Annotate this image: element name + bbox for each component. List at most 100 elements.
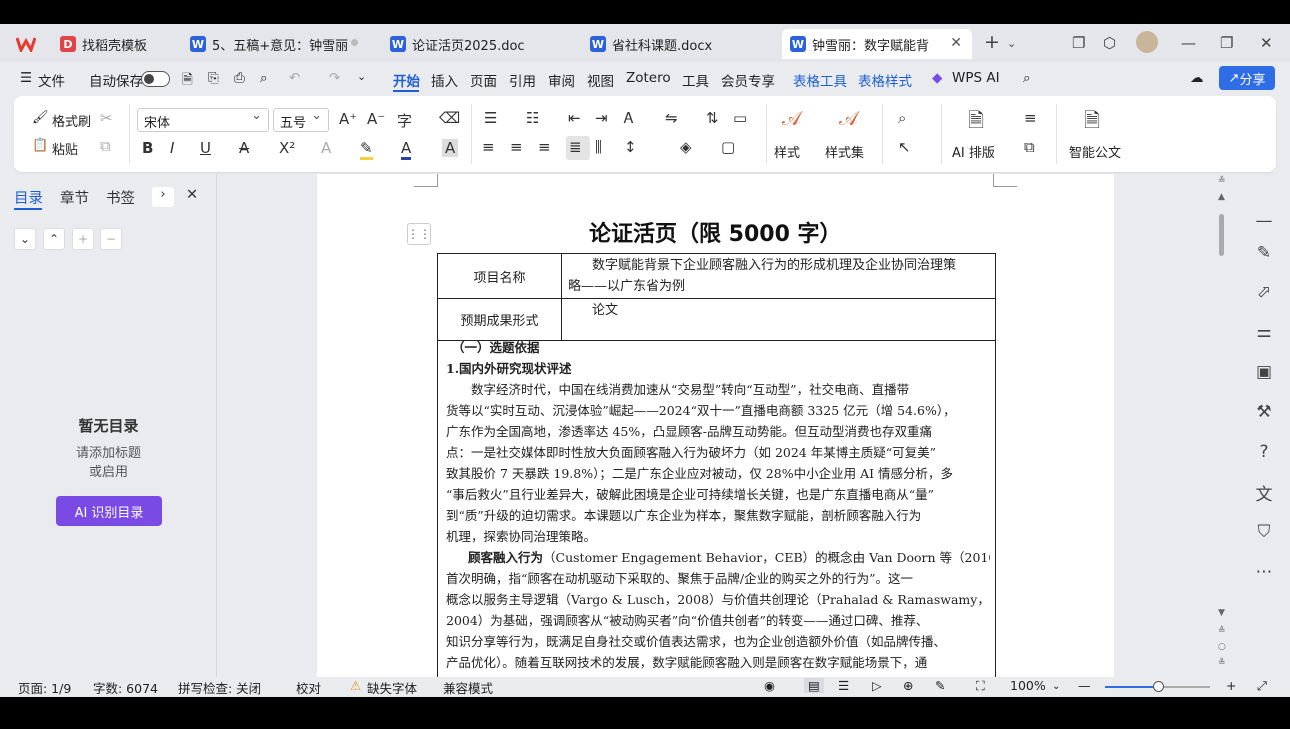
play-icon[interactable]: ▷: [872, 678, 882, 693]
save-icon[interactable]: 🗎: [182, 70, 193, 93]
ai-layout-icon[interactable]: 🗎: [968, 106, 984, 140]
sort-icon[interactable]: ⇅: [706, 109, 719, 127]
copy-icon[interactable]: ⧉: [100, 137, 111, 155]
browse-object-icon[interactable]: ○: [1218, 642, 1226, 652]
preview-icon[interactable]: ⌕: [260, 70, 268, 86]
font-name-select[interactable]: 宋体: [137, 108, 269, 132]
paste-button[interactable]: 粘贴: [52, 139, 78, 158]
find-icon[interactable]: ⌕: [898, 109, 906, 127]
style-set-button[interactable]: 样式集: [825, 142, 864, 161]
project-info-table[interactable]: 项目名称 数字赋能背景下企业顾客融入行为的形成机理及企业协同治理策 略——以广东…: [437, 253, 996, 341]
new-tab-icon[interactable]: +: [984, 31, 1000, 53]
menu-zotero[interactable]: Zotero: [626, 70, 671, 86]
wps-logo-icon[interactable]: [16, 36, 36, 52]
styles-button[interactable]: 样式: [774, 142, 800, 161]
table-text-icon[interactable]: ▭: [733, 109, 747, 127]
border-icon[interactable]: ▢: [721, 138, 735, 156]
decrease-font-icon[interactable]: A⁻: [367, 110, 385, 128]
menu-icon[interactable]: ☰: [20, 70, 32, 86]
help-icon[interactable]: ?: [1251, 439, 1277, 465]
close-icon[interactable]: ✕: [1260, 34, 1273, 52]
outdent-icon[interactable]: ⇤: [568, 109, 581, 127]
fit-page-icon[interactable]: ⛶: [976, 678, 985, 694]
maximize-icon[interactable]: ❐: [1220, 34, 1233, 52]
autosave-toggle[interactable]: [141, 71, 170, 87]
menu-member[interactable]: 会员专享: [721, 70, 775, 90]
bullet-list-icon[interactable]: ☰: [484, 109, 497, 127]
zoom-slider-knob[interactable]: [1153, 681, 1164, 692]
vertical-scrollbar[interactable]: ≚ ▲ ▼ ≙ ○ ≚: [1215, 174, 1229, 677]
more-tabs-icon[interactable]: ›: [152, 187, 174, 207]
phonetic-icon[interactable]: 字: [397, 110, 412, 131]
wps-ai-icon[interactable]: ◆: [932, 70, 942, 86]
menu-reference[interactable]: 引用: [509, 70, 536, 90]
font-color-icon[interactable]: A: [401, 139, 412, 160]
superscript-icon[interactable]: X²: [279, 139, 295, 157]
tab-bookmarks[interactable]: 书签: [106, 187, 135, 208]
collapse-rail-icon[interactable]: —: [1251, 208, 1277, 234]
tab-current[interactable]: W 钟雪丽：数字赋能背 ✕: [782, 29, 972, 59]
strikethrough-icon[interactable]: A: [239, 139, 249, 157]
scroll-up-icon[interactable]: ▲: [1218, 192, 1225, 202]
menu-page[interactable]: 页面: [470, 70, 497, 90]
share-button[interactable]: ↗ 分享: [1219, 66, 1275, 90]
zoom-level[interactable]: 100%: [1010, 678, 1046, 693]
highlight-icon[interactable]: ✎: [360, 139, 373, 160]
menu-view[interactable]: 视图: [587, 70, 614, 90]
text-effect-icon[interactable]: A: [321, 139, 331, 157]
minimize-icon[interactable]: —: [1181, 34, 1196, 52]
add-heading-icon[interactable]: +: [72, 228, 94, 250]
tab-chapters[interactable]: 章节: [60, 187, 89, 208]
menu-table-tools[interactable]: 表格工具: [793, 70, 847, 90]
page-indicator[interactable]: 页面: 1/9: [18, 678, 71, 697]
clear-format-icon[interactable]: ⌫: [439, 109, 460, 127]
chevron-down-icon[interactable]: ⌄: [1007, 37, 1016, 50]
tab-provincial[interactable]: W 省社科课题.docx: [582, 29, 772, 59]
avatar[interactable]: [1136, 31, 1158, 53]
menu-insert[interactable]: 插入: [431, 70, 458, 90]
shirt-icon[interactable]: ⛉: [1251, 519, 1277, 545]
scroll-down-icon[interactable]: ▼: [1218, 608, 1225, 618]
tools-icon[interactable]: ⚒: [1251, 399, 1277, 425]
char-shading-icon[interactable]: A: [442, 139, 459, 157]
style-set-icon[interactable]: 𝒜: [839, 106, 858, 130]
justify-icon[interactable]: ≣: [569, 138, 582, 156]
page-view-icon[interactable]: ▤: [804, 678, 824, 693]
zoom-out-icon[interactable]: —: [1078, 678, 1091, 693]
line-spacing-icon[interactable]: ↕: [624, 138, 637, 156]
cloud-sync-icon[interactable]: ☁: [1190, 70, 1204, 86]
redo-icon[interactable]: ↷: [329, 70, 340, 86]
smart-doc-icon[interactable]: 🗎: [1084, 106, 1100, 140]
underline-icon[interactable]: U: [200, 139, 211, 157]
arrange-icon[interactable]: ⧉: [1024, 138, 1035, 156]
menu-file[interactable]: 文件: [38, 70, 65, 90]
paragraph-format-icon[interactable]: ≡: [1024, 109, 1037, 127]
ai-layout-button[interactable]: AI 排版: [952, 142, 995, 161]
pen-icon[interactable]: ✎: [1251, 240, 1277, 266]
table-move-handle-icon[interactable]: ⋮⋮: [407, 223, 431, 245]
align-right-icon[interactable]: ≡: [538, 138, 551, 156]
prev-page-icon[interactable]: ≙: [1218, 626, 1226, 636]
window-restore-icon[interactable]: ❐: [1072, 34, 1085, 52]
text-direction-icon[interactable]: Ꭺ: [624, 109, 634, 127]
cut-icon[interactable]: ✂: [100, 109, 113, 127]
outline-view-icon[interactable]: ☰: [838, 678, 849, 693]
scrollbar-thumb[interactable]: [1219, 214, 1224, 256]
cube-icon[interactable]: ⬡: [1103, 34, 1116, 52]
export-icon[interactable]: ⎘: [208, 70, 219, 86]
search-icon[interactable]: ⌕: [1023, 70, 1031, 86]
styles-icon[interactable]: 𝒜: [782, 106, 801, 130]
menu-wps-ai[interactable]: WPS AI: [952, 70, 1000, 86]
indent-icon[interactable]: ⇥: [595, 109, 608, 127]
bold-icon[interactable]: B: [142, 139, 153, 157]
menu-review[interactable]: 审阅: [548, 70, 575, 90]
tab-toc[interactable]: 目录: [14, 187, 43, 208]
project-name-value[interactable]: 数字赋能背景下企业顾客融入行为的形成机理及企业协同治理策 略——以广东省为例: [561, 253, 996, 299]
web-view-icon[interactable]: ⊕: [903, 678, 913, 693]
close-tab-icon[interactable]: ✕: [950, 35, 962, 51]
font-size-select[interactable]: 五号: [273, 108, 329, 132]
format-painter-icon[interactable]: 🖌: [32, 110, 49, 125]
align-center-icon[interactable]: ≡: [510, 138, 523, 156]
distributed-icon[interactable]: ⫼: [595, 138, 602, 156]
result-form-value[interactable]: 论文: [561, 298, 996, 341]
